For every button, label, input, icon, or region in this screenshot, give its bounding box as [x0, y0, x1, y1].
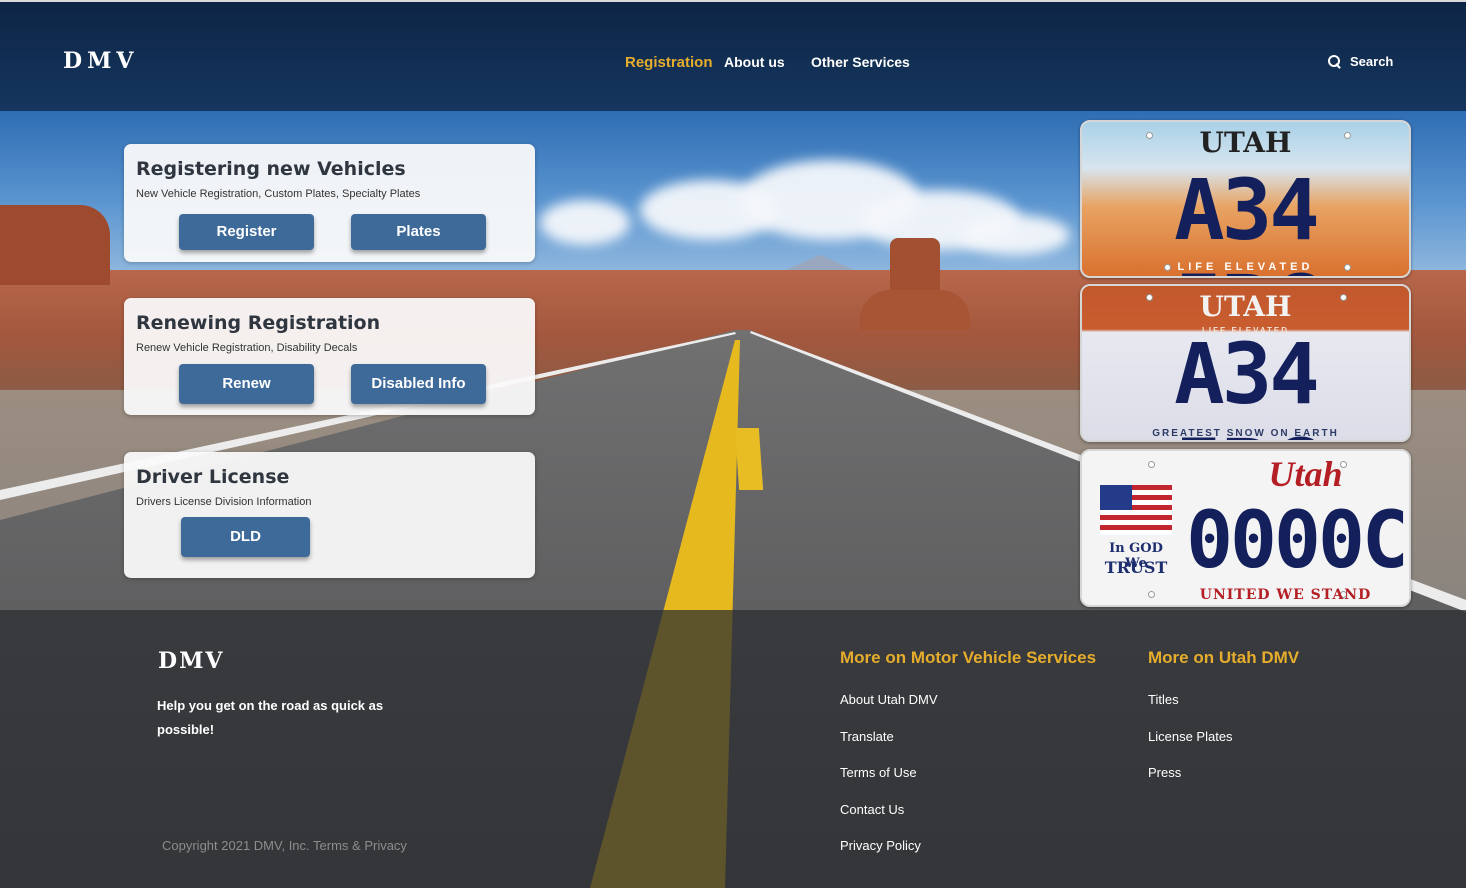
road-center-dash	[734, 428, 764, 490]
nav-registration[interactable]: Registration	[625, 54, 713, 71]
flag-icon	[1100, 485, 1172, 535]
dld-button[interactable]: DLD	[181, 517, 310, 557]
footer-heading-utah-dmv: More on Utah DMV	[1148, 648, 1300, 667]
cloud	[960, 215, 1070, 255]
card-title: Registering new Vehicles	[136, 158, 406, 180]
nav-other-services[interactable]: Other Services	[811, 54, 910, 70]
card-driver-license: Driver License Drivers License Division …	[124, 452, 535, 578]
butte-base	[860, 290, 970, 330]
footer-link-terms-of-use[interactable]: Terms of Use	[840, 765, 917, 780]
plates-button[interactable]: Plates	[351, 214, 486, 250]
footer-link-privacy-policy[interactable]: Privacy Policy	[840, 838, 921, 853]
plate-number: A34 5BC	[1174, 325, 1320, 440]
plate-motto-bottom: TRUST	[1104, 558, 1168, 577]
plate-slogan: GREATEST SNOW ON EARTH	[1152, 428, 1339, 439]
card-title: Renewing Registration	[136, 312, 381, 334]
footer-link-license-plates[interactable]: License Plates	[1148, 729, 1233, 744]
footer-link-titles[interactable]: Titles	[1148, 692, 1179, 707]
plate-state: Utah	[1268, 454, 1343, 494]
card-subtitle: New Vehicle Registration, Custom Plates,…	[136, 188, 421, 200]
footer-heading-motor-vehicle-services: More on Motor Vehicle Services	[840, 648, 1097, 667]
footer-tagline: Help you get on the road as quick as pos…	[157, 698, 384, 737]
plate-state: UTAH	[1199, 290, 1292, 323]
butte	[890, 238, 940, 298]
search-icon	[1328, 54, 1342, 69]
renew-button[interactable]: Renew	[179, 364, 314, 404]
footer-logo[interactable]: DMV	[158, 648, 225, 674]
mesa-left	[0, 205, 110, 285]
plate-life-elevated: UTAH A34 5BC LIFE ELEVATED	[1080, 120, 1411, 278]
footer-copyright: Copyright 2021 DMV, Inc. Terms & Privacy	[162, 838, 407, 853]
search-button[interactable]: Search	[1328, 54, 1393, 69]
footer-link-translate[interactable]: Translate	[840, 729, 894, 744]
disabled-info-button[interactable]: Disabled Info	[351, 364, 486, 404]
search-label: Search	[1350, 54, 1394, 69]
card-register-vehicles: Registering new Vehicles New Vehicle Reg…	[124, 144, 535, 262]
plate-slogan: UNITED WE STAND	[1199, 587, 1372, 603]
footer-link-press[interactable]: Press	[1148, 765, 1181, 780]
plate-united-we-stand: Utah In GOD We TRUST 0000C UNITED WE STA…	[1080, 449, 1411, 607]
plate-state: UTAH	[1199, 126, 1292, 159]
card-subtitle: Renew Vehicle Registration, Disability D…	[136, 342, 358, 354]
footer-link-contact-us[interactable]: Contact Us	[840, 802, 904, 817]
plate-number: 0000C	[1186, 496, 1409, 586]
header: DMV Registration About us Other Services…	[0, 0, 1466, 111]
card-subtitle: Drivers License Division Information	[136, 496, 312, 508]
plate-greatest-snow: UTAH LIFE ELEVATED A34 5BC GREATEST SNOW…	[1080, 284, 1411, 442]
nav-about-us[interactable]: About us	[724, 54, 785, 70]
card-renew-registration: Renewing Registration Renew Vehicle Regi…	[124, 298, 535, 415]
cloud	[540, 200, 630, 245]
card-title: Driver License	[136, 466, 290, 488]
register-button[interactable]: Register	[179, 214, 314, 250]
plate-slogan: LIFE ELEVATED	[1177, 261, 1314, 273]
logo[interactable]: DMV	[63, 48, 139, 74]
footer-link-about-utah-dmv[interactable]: About Utah DMV	[840, 692, 938, 707]
